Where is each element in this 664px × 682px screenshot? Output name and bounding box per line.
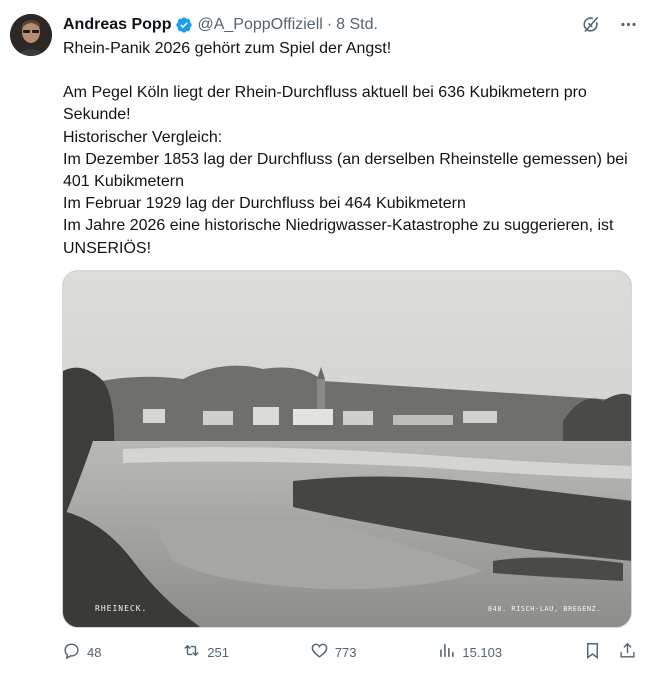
reply-icon	[62, 641, 81, 663]
avatar[interactable]	[10, 14, 52, 56]
tweet-line: Im Jahre 2026 eine historische Niedrigwa…	[63, 217, 614, 257]
tweet[interactable]: Andreas Popp @A_PoppOffiziell · 8 Std. R…	[0, 0, 664, 682]
separator-dot: ·	[326, 16, 333, 33]
repost-icon	[182, 641, 201, 663]
author-handle[interactable]: @A_PoppOffiziell	[197, 16, 322, 34]
photo-caption-left: RHEINECK.	[95, 604, 148, 613]
grok-icon[interactable]	[580, 14, 600, 34]
reply-button[interactable]: 48	[62, 641, 101, 663]
tweet-line: Im Dezember 1853 lag der Durchfluss (an …	[63, 150, 628, 191]
views-count: 15.103	[462, 644, 503, 660]
tweet-photo[interactable]: RHEINECK. 848. RISCH-LAU, BREGENZ.	[62, 270, 632, 628]
tweet-line: Am Pegel Köln liegt der Rhein-Durchfluss…	[63, 84, 587, 124]
views-icon	[437, 641, 456, 663]
repost-count: 251	[207, 644, 229, 660]
reply-count: 48	[87, 644, 102, 660]
like-count: 773	[334, 644, 357, 660]
bookmark-button[interactable]	[583, 641, 602, 663]
photo-caption-right: 848. RISCH-LAU, BREGENZ.	[487, 605, 601, 613]
tweet-line: Im Februar 1929 lag der Durchfluss bei 4…	[63, 195, 466, 213]
tweet-action-bar: 48 251 773 15.103	[62, 640, 637, 664]
bookmark-icon	[583, 641, 602, 663]
tweet-text: Rhein-Panik 2026 gehört zum Spiel der An…	[63, 38, 633, 260]
like-button[interactable]: 773	[310, 641, 357, 663]
share-icon	[618, 641, 637, 663]
more-icon[interactable]	[618, 14, 638, 34]
verified-badge-icon	[175, 16, 193, 34]
tweet-header: Andreas Popp @A_PoppOffiziell · 8 Std.	[63, 14, 378, 36]
views-button[interactable]: 15.103	[437, 641, 502, 663]
author-name[interactable]: Andreas Popp	[63, 16, 171, 34]
tweet-line: Rhein-Panik 2026 gehört zum Spiel der An…	[63, 40, 392, 57]
timestamp[interactable]: 8 Std.	[336, 16, 378, 34]
like-icon	[310, 641, 329, 663]
share-button[interactable]	[618, 641, 637, 663]
tweet-line: Historischer Vergleich:	[63, 128, 223, 146]
repost-button[interactable]: 251	[182, 641, 229, 663]
tweet-top-actions	[580, 14, 638, 34]
